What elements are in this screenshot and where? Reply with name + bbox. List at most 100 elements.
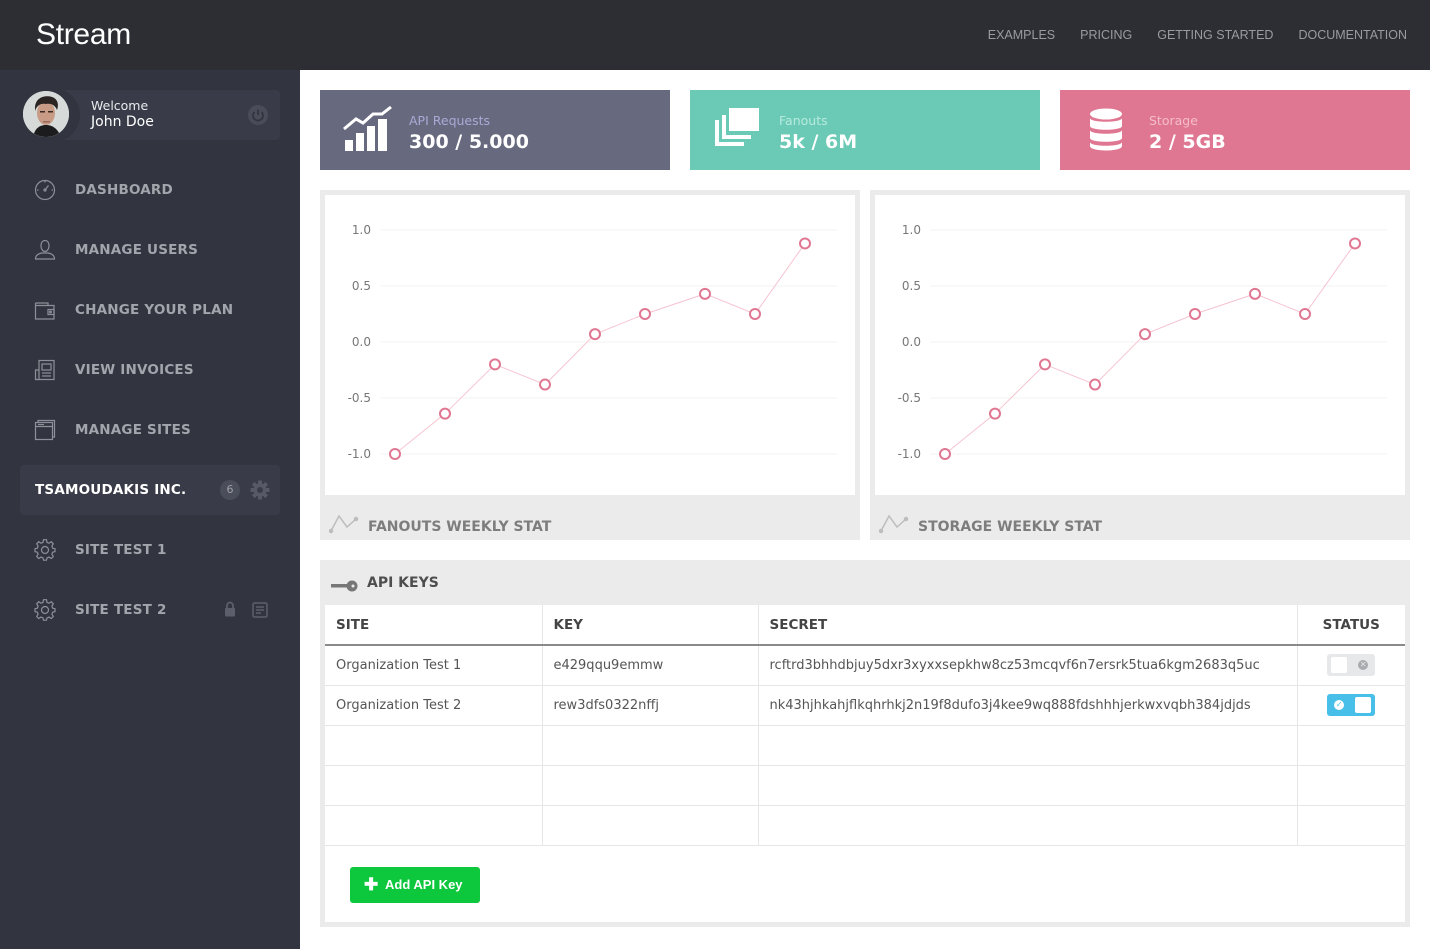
user-card: Welcome John Doe [20,88,280,142]
series-line [944,243,1356,455]
power-icon[interactable] [248,105,268,125]
organization-name: TSAMOUDAKIS INC. [35,482,187,498]
column-header-status[interactable]: STATUS [1297,605,1405,646]
y-tick-label: 1.0 [352,223,371,237]
y-tick-label: 1.0 [902,223,921,237]
welcome-label: Welcome [91,98,149,113]
data-point [749,308,761,320]
table-row-empty [325,805,1405,846]
sidebar-item-label: CHANGE YOUR PLAN [75,302,234,318]
data-point [589,328,601,341]
series-line [394,243,806,455]
sidebar-site-test-1[interactable]: SITE TEST 1 [20,525,280,575]
api-keys-panel: API KEYS SITE KEY SECRET STATUS Organiza… [320,560,1410,927]
data-point [1349,237,1361,250]
avatar-photo [23,91,69,137]
api-keys-table: SITE KEY SECRET STATUS Organization Test… [325,605,1405,846]
data-point [699,287,711,300]
organization-settings-gear-icon[interactable] [250,480,270,500]
sidebar-organization[interactable]: TSAMOUDAKIS INC. 6 [20,465,280,515]
table-row-empty [325,725,1405,766]
y-tick-label: -1.0 [348,447,371,461]
fanouts-chart-panel: 1.0 0.5 0.0 -0.5 -1.0 FANOUTS WEEKLY STAT [320,190,860,540]
nav-getting-started[interactable]: GETTING STARTED [1157,28,1273,42]
avatar[interactable] [23,91,69,137]
dashboard-gauge-icon [34,179,56,201]
sidebar-item-label: VIEW INVOICES [75,362,194,378]
organization-count-badge: 6 [220,480,240,500]
top-bar: Stream EXAMPLES PRICING GETTING STARTED … [0,0,1430,70]
invoice-icon [34,359,56,381]
data-point [939,448,951,460]
status-toggle-off[interactable]: ✕ [1327,654,1376,677]
sidebar-item-change-plan[interactable]: CHANGE YOUR PLAN [20,285,280,335]
column-header-secret[interactable]: SECRET [758,605,1298,646]
stat-value: 2 / 5GB [1149,131,1226,153]
storage-chart-panel: 1.0 0.5 0.0 -0.5 -1.0 STORAGE WEEKLY STAT [870,190,1410,540]
stat-label: Storage [1149,113,1198,128]
gear-icon [34,539,56,561]
stat-card-fanouts: Fanouts 5k / 6M [690,90,1040,170]
table-row: Organization Test 1 e429qqu9emmw rcftrd3… [325,645,1405,686]
sidebar-item-manage-users[interactable]: MANAGE USERS [20,225,280,275]
user-name: John Doe [91,114,154,130]
data-point [1039,358,1051,371]
document-icon[interactable] [252,602,268,618]
sidebar-site-test-2[interactable]: SITE TEST 2 [20,585,280,635]
y-tick-label: 0.0 [352,335,371,349]
browser-window-icon [34,419,56,441]
sidebar-item-view-invoices[interactable]: VIEW INVOICES [20,345,280,395]
status-toggle-on[interactable]: ✓ [1327,694,1376,716]
nav-pricing[interactable]: PRICING [1080,28,1132,42]
status-cell: ✕ [1297,645,1405,686]
table-row-empty [325,765,1405,806]
key-cell: rew3dfs0322nffj [542,685,759,726]
stacked-cards-icon [712,106,764,154]
stat-label: Fanouts [779,113,828,128]
site-cell: Organization Test 1 [325,645,543,686]
column-header-site[interactable]: SITE [325,605,543,646]
sidebar-item-manage-sites[interactable]: MANAGE SITES [20,405,280,455]
data-point [799,237,811,250]
data-point [1189,308,1201,320]
secret-cell: rcftrd3bhhdbjuy5dxr3xyxxsepkhw8cz53mcqvf… [758,645,1298,686]
storage-line-chart: 1.0 0.5 0.0 -0.5 -1.0 [898,223,1387,461]
column-header-key[interactable]: KEY [542,605,759,646]
sidebar-item-label: MANAGE USERS [75,242,199,258]
stat-card-storage: Storage 2 / 5GB [1060,90,1410,170]
brand-logo[interactable]: Stream [36,18,131,52]
y-tick-label: -0.5 [898,391,921,405]
secret-cell: nk43hjhkahjflkqhrhkj2n19f8dufo3j4kee9wq8… [758,685,1298,726]
check-circle-icon: ✓ [1334,700,1345,710]
sidebar-item-label: SITE TEST 1 [75,542,167,558]
data-point [389,448,401,460]
key-cell: e429qqu9emmw [542,645,759,686]
key-icon [331,577,359,592]
y-tick-label: -1.0 [898,447,921,461]
table-row: Organization Test 2 rew3dfs0322nffj nk43… [325,685,1405,726]
lock-icon[interactable] [224,601,236,617]
plus-icon: ✚ [364,875,379,894]
stat-value: 5k / 6M [779,131,858,153]
sidebar-item-dashboard[interactable]: DASHBOARD [20,165,280,215]
stat-card-api-requests: API Requests 300 / 5.000 [320,90,670,170]
sidebar-item-label: SITE TEST 2 [75,602,167,618]
nav-documentation[interactable]: DOCUMENTATION [1298,28,1407,42]
stat-value: 300 / 5.000 [409,131,529,153]
y-tick-label: 0.0 [902,335,921,349]
data-point [539,378,551,391]
data-point [1089,378,1101,391]
chart-title: FANOUTS WEEKLY STAT [368,519,552,535]
data-point [1299,308,1311,320]
y-tick-label: 0.5 [352,279,371,293]
data-point [439,407,451,420]
y-tick-label: -0.5 [348,391,371,405]
nav-examples[interactable]: EXAMPLES [988,28,1055,42]
add-api-key-button[interactable]: ✚ Add API Key [350,867,480,903]
table-header-row: SITE KEY SECRET STATUS [325,605,1405,646]
sidebar-item-label: MANAGE SITES [75,422,191,438]
line-chart-icon [328,512,361,534]
api-keys-title: API KEYS [367,575,439,591]
data-point [989,407,1001,420]
wallet-icon [34,299,56,321]
